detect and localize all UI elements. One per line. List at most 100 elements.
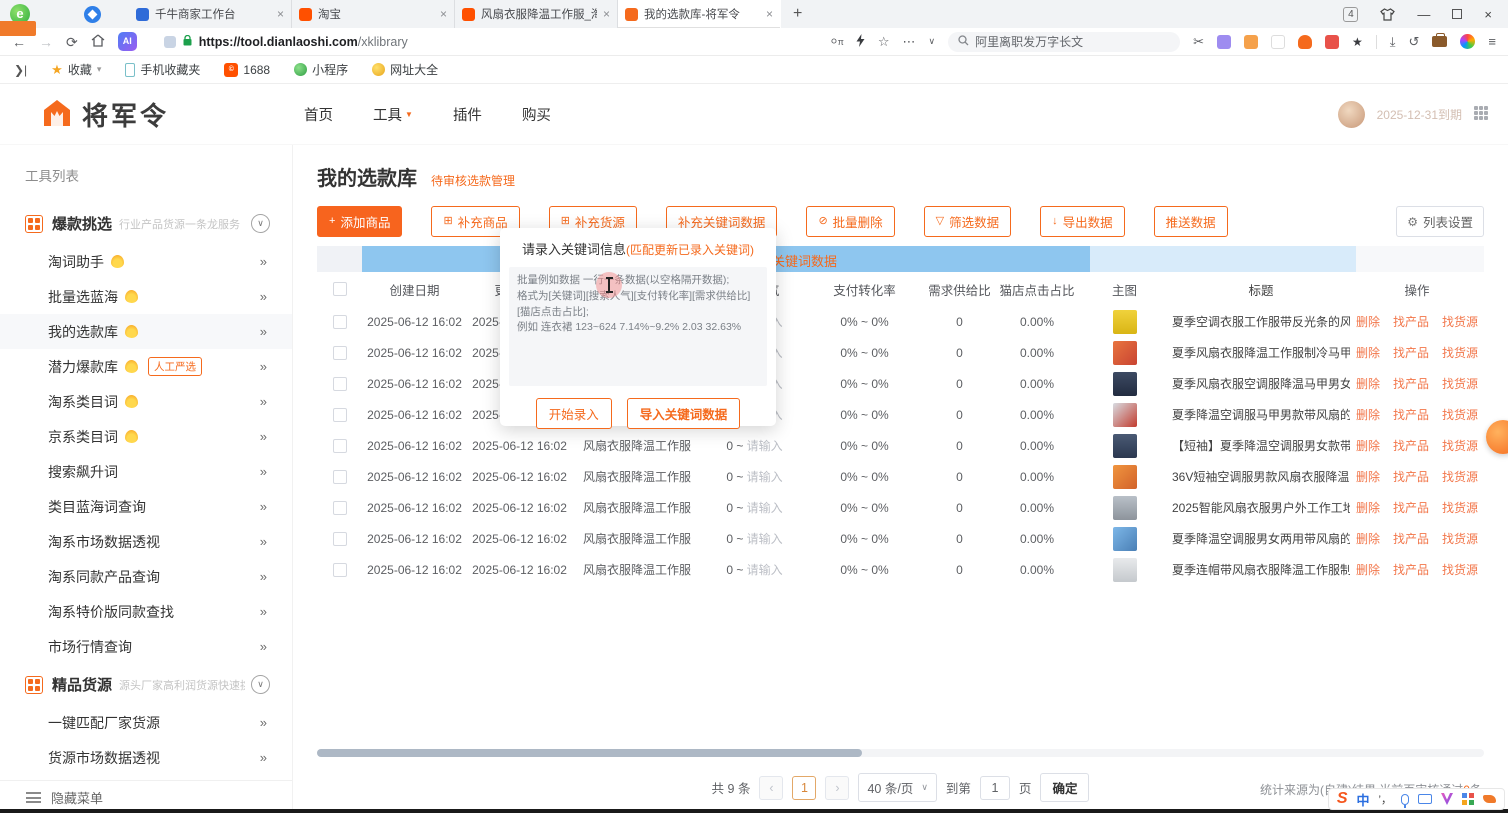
sidebar-item[interactable]: 潜力爆款库 人工严选 » <box>0 349 292 384</box>
page-size-select[interactable]: 40 条/页∨ <box>858 773 936 802</box>
find-supply-link[interactable]: 找货源 <box>1442 437 1478 454</box>
emoji-lips-icon[interactable] <box>1483 795 1496 803</box>
product-thumbnail[interactable] <box>1113 434 1137 458</box>
scissors-icon[interactable]: ✂ <box>1193 34 1204 50</box>
chevron-circle-icon[interactable]: ∨ <box>251 675 270 694</box>
sidebar-item[interactable]: 淘词助手 » <box>0 244 292 279</box>
keyword-textarea[interactable]: 批量例如数据 一行一条数据(以空格隔开数据); 格式为[关键词][搜索人气][支… <box>509 267 767 386</box>
confirm-button[interactable]: 确定 <box>1040 773 1089 802</box>
nav-item[interactable]: 首页▼ <box>299 104 338 125</box>
theme-shirt-icon[interactable] <box>1380 8 1395 21</box>
microphone-icon[interactable] <box>1401 794 1409 805</box>
product-title[interactable]: 夏季空调衣服工作服带反光条的风扇衣... <box>1172 313 1350 330</box>
find-product-link[interactable]: 找产品 <box>1393 406 1429 423</box>
sidebar-item[interactable]: 淘系特价版同款查找 » <box>0 594 292 629</box>
product-title[interactable]: 2025智能风扇衣服男户外工作工地制冷... <box>1172 499 1350 516</box>
extension-icon-light[interactable] <box>1271 35 1285 49</box>
lightning-icon[interactable] <box>856 34 865 50</box>
find-product-link[interactable]: 找产品 <box>1393 375 1429 392</box>
new-tab-button[interactable]: + <box>781 5 814 23</box>
punctuation-toggle[interactable]: ’， <box>1379 791 1392 807</box>
extension-icon-purple[interactable] <box>1217 35 1231 49</box>
delete-link[interactable]: 删除 <box>1356 375 1380 392</box>
product-title[interactable]: 夏季降温空调服男女两用带风扇的衣服... <box>1172 530 1350 547</box>
row-checkbox[interactable] <box>333 439 347 453</box>
product-thumbnail[interactable] <box>1113 341 1137 365</box>
back-icon[interactable]: ← <box>12 35 26 49</box>
nav-item[interactable]: 购买▼ <box>517 104 556 125</box>
row-checkbox[interactable] <box>333 470 347 484</box>
list-settings-button[interactable]: ⚙ 列表设置 <box>1396 206 1484 237</box>
site-info-icon[interactable] <box>164 36 176 48</box>
product-title[interactable]: 夏季风扇衣服降温工作服制冷马甲男女... <box>1172 344 1350 361</box>
toolbar-button[interactable]: + 添加商品 <box>317 206 402 237</box>
chevron-circle-icon[interactable]: ∨ <box>251 214 270 233</box>
toolbar-button[interactable]: 推送数据 <box>1154 206 1228 237</box>
extension-icon-red[interactable] <box>1325 35 1339 49</box>
delete-link[interactable]: 删除 <box>1356 499 1380 516</box>
sidebar-item[interactable]: 市场行情查询 » <box>0 629 292 664</box>
close-button[interactable]: × <box>1484 7 1492 22</box>
browser-tab[interactable]: 风扇衣服降温工作服_淘宝搜索 × <box>455 0 618 28</box>
sidebar-item[interactable]: 货源市场数据透视 » <box>0 740 292 775</box>
refresh-icon[interactable]: ⟳ <box>66 35 78 49</box>
quick-search-box[interactable]: 阿里离职发万字长文 <box>948 32 1180 52</box>
avatar[interactable] <box>1338 101 1365 128</box>
bookmark-mini-program[interactable]: 小程序 <box>294 61 348 78</box>
sidebar-item[interactable]: 我的选款库 » <box>0 314 292 349</box>
find-supply-link[interactable]: 找货源 <box>1442 499 1478 516</box>
bookmark-phone-folder[interactable]: 手机收藏夹 <box>125 61 200 78</box>
product-thumbnail[interactable] <box>1113 465 1137 489</box>
ime-apps-icon[interactable] <box>1462 793 1474 805</box>
sidebar-expand-icon[interactable]: ❯| <box>14 63 27 77</box>
find-product-link[interactable]: 找产品 <box>1393 344 1429 361</box>
delete-link[interactable]: 删除 <box>1356 468 1380 485</box>
find-supply-link[interactable]: 找货源 <box>1442 468 1478 485</box>
delete-link[interactable]: 删除 <box>1356 406 1380 423</box>
product-thumbnail[interactable] <box>1113 496 1137 520</box>
sidebar-item[interactable]: 淘系市场数据透视 » <box>0 524 292 559</box>
find-product-link[interactable]: 找产品 <box>1393 561 1429 578</box>
browser-assistant-icon[interactable] <box>84 6 101 23</box>
ime-language-toggle[interactable]: 中 <box>1357 790 1370 809</box>
bookmark-1688[interactable]: ©1688 <box>224 63 270 77</box>
bookmark-star-icon[interactable]: ☆ <box>878 34 890 50</box>
keyboard-icon[interactable] <box>1418 794 1432 804</box>
menu-icon[interactable]: ≡ <box>1488 34 1496 49</box>
ai-assistant-icon[interactable]: AI <box>118 32 137 51</box>
row-checkbox[interactable] <box>333 532 347 546</box>
tab-close-icon[interactable]: × <box>440 7 447 21</box>
next-page-button[interactable]: › <box>825 776 849 800</box>
browser-tab[interactable]: 淘宝 × <box>292 0 455 28</box>
toolbar-button[interactable]: ↓ 导出数据 <box>1040 206 1125 237</box>
row-checkbox[interactable] <box>333 377 347 391</box>
address-bar[interactable]: https://tool.dianlaoshi.com/xklibrary <box>150 35 817 49</box>
delete-link[interactable]: 删除 <box>1356 344 1380 361</box>
nav-item[interactable]: 工具▼ <box>368 104 418 125</box>
horizontal-scrollbar[interactable] <box>317 749 1484 757</box>
find-supply-link[interactable]: 找货源 <box>1442 313 1478 330</box>
sidebar-section-hot[interactable]: 爆款挑选 行业产品货源一条龙服务 ∨ <box>0 203 292 244</box>
sidebar-section-supply[interactable]: 精品货源 源头厂家高利润货源快速挑选 ∨ <box>0 664 292 705</box>
find-product-link[interactable]: 找产品 <box>1393 499 1429 516</box>
current-page-button[interactable]: 1 <box>792 776 816 800</box>
find-product-link[interactable]: 找产品 <box>1393 468 1429 485</box>
chevron-down-icon[interactable]: ∨ <box>928 36 935 47</box>
row-checkbox[interactable] <box>333 408 347 422</box>
delete-link[interactable]: 删除 <box>1356 530 1380 547</box>
product-thumbnail[interactable] <box>1113 558 1137 582</box>
sidebar-item[interactable]: 批量选蓝海 » <box>0 279 292 314</box>
row-checkbox[interactable] <box>333 346 347 360</box>
product-title[interactable]: 【短袖】夏季降温空调服男女款带风扇... <box>1172 437 1350 454</box>
password-key-icon[interactable]: ⚪π <box>829 35 842 48</box>
more-actions-icon[interactable]: ⋯ <box>902 34 915 50</box>
forward-icon[interactable]: → <box>39 35 53 49</box>
toolbar-button[interactable]: ▽ 筛选数据 <box>924 206 1011 237</box>
product-thumbnail[interactable] <box>1113 372 1137 396</box>
delete-link[interactable]: 删除 <box>1356 437 1380 454</box>
scrollbar-thumb[interactable] <box>317 749 862 757</box>
row-checkbox[interactable] <box>333 501 347 515</box>
minimize-button[interactable]: — <box>1417 7 1430 22</box>
color-wheel-icon[interactable] <box>1460 34 1475 49</box>
extensions-puzzle-icon[interactable]: ★ <box>1352 35 1363 49</box>
